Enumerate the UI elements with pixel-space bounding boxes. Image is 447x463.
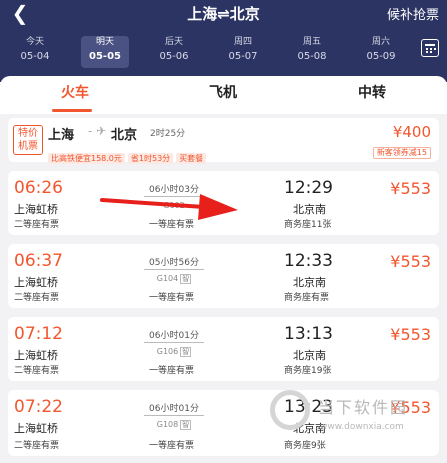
promo-chip: 省1时53分 xyxy=(127,153,174,164)
date-weekday: 明天 xyxy=(95,37,114,47)
train-duration: 06小时01分 xyxy=(149,331,199,341)
promo-chip: 比高铁便宜158.0元 xyxy=(48,153,125,164)
tag-line: 机票 xyxy=(18,141,38,152)
tab-flight[interactable]: 飞机 xyxy=(148,82,298,102)
arrival-station: 北京南 xyxy=(293,276,326,289)
date-weekday: 后天 xyxy=(164,37,183,47)
promo-price: ¥400 xyxy=(392,123,431,141)
date-value: 05-06 xyxy=(159,51,189,62)
seat-first-class: 一等座有票 xyxy=(149,366,195,376)
watermark-url: www.downxia.com xyxy=(320,422,404,432)
date-item-today[interactable]: 今天 05-04 xyxy=(11,36,59,68)
arrival-station: 北京南 xyxy=(293,203,326,216)
train-price: ¥553 xyxy=(390,252,431,271)
calendar-icon[interactable] xyxy=(421,39,439,57)
promo-chips: 比高铁便宜158.0元 省1时53分 买套餐 xyxy=(48,146,209,165)
train-duration: 05小时56分 xyxy=(149,258,199,268)
special-flight-tag: 特价 机票 xyxy=(13,125,43,155)
departure-station: 上海虹桥 xyxy=(14,203,58,216)
seat-second-class: 二等座有票 xyxy=(14,441,60,451)
tab-train[interactable]: 火车 xyxy=(0,82,150,102)
departure-station: 上海虹桥 xyxy=(14,422,58,435)
tab-transfer[interactable]: 中转 xyxy=(297,82,447,102)
date-value: 05-08 xyxy=(297,51,327,62)
date-value: 05-05 xyxy=(89,51,121,62)
transport-tabs: 火车 飞机 中转 xyxy=(0,76,447,114)
date-value: 05-09 xyxy=(366,51,396,62)
date-value: 05-07 xyxy=(228,51,258,62)
date-item-day-after[interactable]: 后天 05-06 xyxy=(150,36,198,68)
seat-first-class: 一等座有票 xyxy=(149,441,195,451)
seat-first-class: 一等座有票 xyxy=(149,293,195,303)
departure-time: 06:37 xyxy=(14,251,63,271)
header-bar: ❮ 上海⇌北京 候补抢票 今天 05-04 明天 05-05 后天 05-06 … xyxy=(0,0,447,82)
train-duration: 06小时01分 xyxy=(149,404,199,414)
tab-indicator xyxy=(52,109,92,112)
date-weekday: 周六 xyxy=(371,37,390,47)
watermark-text: 当下软件园 xyxy=(318,398,409,417)
arrival-time: 12:33 xyxy=(284,251,333,271)
train-row[interactable]: 06:37 05小时56分 G104 智 12:33 ¥553 上海虹桥 北京南 … xyxy=(8,244,439,308)
red-arrow-annotation xyxy=(100,194,238,220)
date-value: 05-04 xyxy=(20,51,50,62)
departure-time: 07:12 xyxy=(14,324,63,344)
new-user-coupon-badge: 新客领券减15 xyxy=(372,147,431,159)
smart-train-badge: 智 xyxy=(180,420,192,430)
seat-business-class: 商务座11张 xyxy=(284,220,332,230)
promo-to: 北京 xyxy=(111,128,138,143)
date-item-thu[interactable]: 周四 05-07 xyxy=(219,36,267,68)
watermark-logo-icon xyxy=(270,390,310,430)
date-weekday: 周四 xyxy=(233,37,252,47)
date-item-fri[interactable]: 周五 05-08 xyxy=(288,36,336,68)
seat-second-class: 二等座有票 xyxy=(14,220,60,230)
arrival-station: 北京南 xyxy=(293,349,326,362)
train-number-text: G104 xyxy=(156,274,179,283)
promo-duration: 2时25分 xyxy=(150,129,186,139)
seat-second-class: 二等座有票 xyxy=(14,293,60,303)
seat-second-class: 二等座有票 xyxy=(14,366,60,376)
promo-from: 上海 xyxy=(48,128,75,143)
watermark: 当下软件园 www.downxia.com xyxy=(270,388,440,448)
departure-station: 上海虹桥 xyxy=(14,276,58,289)
smart-train-badge: 智 xyxy=(180,274,192,284)
departure-station: 上海虹桥 xyxy=(14,349,58,362)
duration-line xyxy=(144,342,204,343)
train-number: G108 智 xyxy=(144,420,204,430)
date-weekday: 今天 xyxy=(25,37,44,47)
tag-line: 特价 xyxy=(18,128,38,139)
date-weekday: 周五 xyxy=(302,37,321,47)
date-item-sat[interactable]: 周六 05-09 xyxy=(357,36,405,68)
train-price: ¥553 xyxy=(390,325,431,344)
seat-business-class: 商务座19张 xyxy=(284,366,332,376)
waitlist-button[interactable]: 候补抢票 xyxy=(387,4,439,23)
promo-chip: 买套餐 xyxy=(176,153,207,164)
train-number-text: G108 xyxy=(156,420,179,429)
duration-line xyxy=(144,415,204,416)
date-item-tomorrow[interactable]: 明天 05-05 xyxy=(81,36,129,68)
date-strip: 今天 05-04 明天 05-05 后天 05-06 周四 05-07 周五 0… xyxy=(0,36,412,68)
arrival-time: 13:13 xyxy=(284,324,333,344)
train-number: G106 智 xyxy=(144,347,204,357)
train-price: ¥553 xyxy=(390,179,431,198)
departure-time: 06:26 xyxy=(14,178,63,198)
duration-line xyxy=(144,269,204,270)
train-number-text: G106 xyxy=(156,347,179,356)
arrival-time: 12:29 xyxy=(284,178,333,198)
seat-business-class: 商务座有票 xyxy=(284,293,330,303)
page-title: 上海⇌北京 xyxy=(187,5,260,23)
train-number: G104 智 xyxy=(144,274,204,284)
train-row[interactable]: 07:12 06小时01分 G106 智 13:13 ¥553 上海虹桥 北京南 … xyxy=(8,317,439,381)
smart-train-badge: 智 xyxy=(180,347,192,357)
departure-time: 07:22 xyxy=(14,397,63,417)
flight-promo-card[interactable]: 特价 机票 上海 - ✈ - 北京 2时25分 比高铁便宜158.0元 省1时53… xyxy=(8,118,439,165)
